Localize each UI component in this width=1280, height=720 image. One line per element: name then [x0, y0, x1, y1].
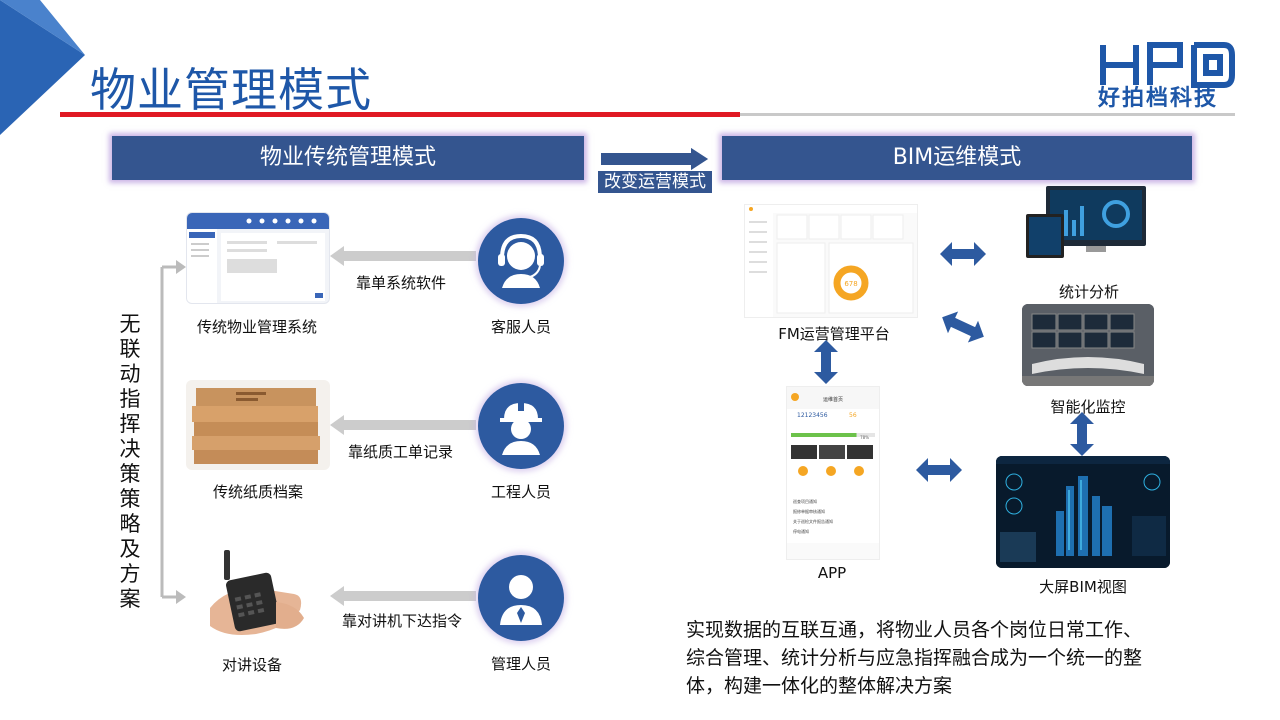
- vertical-char: 略: [119, 512, 141, 536]
- role-manager: 管理人员: [490, 655, 551, 673]
- vertical-char: 动: [119, 362, 141, 386]
- vertical-char: 决: [119, 437, 141, 461]
- double-arrow-icon: [942, 311, 984, 343]
- bigscreen-bim-image: [996, 456, 1170, 568]
- bim-mode-banner: BIM运维模式: [722, 136, 1192, 180]
- left-arrow-icon: [330, 586, 476, 606]
- method-label-software: 靠单系统软件: [356, 274, 447, 292]
- vertical-char: 策: [119, 487, 141, 511]
- tool-caption-software: 传统物业管理系统: [196, 318, 317, 336]
- bigscreen-caption: 大屏BIM视图: [1039, 578, 1127, 596]
- logo-text: 好拍档科技: [1098, 86, 1219, 111]
- svg-text:停电通知: 停电通知: [793, 528, 809, 534]
- description-line: 综合管理、统计分析与应急指挥融合成为一个统一的整: [686, 647, 1143, 669]
- svg-text:56: 56: [849, 412, 857, 419]
- title-underline-gray: [740, 113, 1235, 116]
- vertical-char: 无: [119, 312, 141, 336]
- vertical-char: 及: [119, 537, 141, 561]
- engineer-circle: [478, 383, 564, 469]
- hardhat-icon: [500, 401, 542, 455]
- headset-icon: [498, 233, 544, 288]
- bracket-arrows: [160, 260, 186, 604]
- vertical-char: 联: [119, 337, 141, 361]
- description-line: 体，构建一体化的整体解决方案: [686, 675, 953, 697]
- vertical-char: 策: [119, 462, 141, 486]
- method-label-walkie: 靠对讲机下达指令: [342, 612, 463, 630]
- manager-icon: [500, 575, 542, 625]
- vertical-char: 挥: [119, 412, 141, 436]
- double-arrow-icon: [916, 458, 962, 482]
- stats-devices-image: [1026, 186, 1152, 262]
- app-caption: APP: [817, 564, 847, 582]
- donut-value: 678: [844, 280, 857, 288]
- left-arrow-icon: [330, 415, 476, 435]
- description-line: 实现数据的互联互通，将物业人员各个岗位日常工作、: [686, 619, 1143, 641]
- double-arrow-icon: [814, 340, 838, 384]
- monitoring-room-image: [1022, 304, 1154, 386]
- role-customer-service: 客服人员: [490, 318, 551, 336]
- svg-text:报修单据审核通知: 报修单据审核通知: [793, 508, 825, 514]
- double-arrow-icon: [940, 242, 986, 266]
- paper-archive-image: [186, 380, 330, 470]
- svg-text:运维首页: 运维首页: [823, 396, 843, 403]
- manager-circle: [478, 555, 564, 641]
- vertical-char: 指: [119, 387, 141, 411]
- traditional-mode-banner: 物业传统管理模式: [112, 136, 584, 180]
- traditional-software-image: [186, 212, 330, 304]
- svg-text:12123456: 12123456: [797, 412, 828, 419]
- method-label-paper: 靠纸质工单记录: [348, 443, 454, 461]
- solution-description: 实现数据的互联互通，将物业人员各个岗位日常工作、 综合管理、统计分析与应急指挥融…: [686, 616, 1246, 700]
- transition-label: 改变运营模式: [598, 171, 712, 193]
- double-arrow-icon: [1070, 412, 1094, 456]
- customer-service-circle: [478, 218, 564, 304]
- page-title: 物业管理模式: [90, 63, 372, 117]
- stats-caption: 统计分析: [1058, 283, 1119, 301]
- svg-text:78%: 78%: [860, 435, 869, 440]
- svg-text:关于巡检文件报告通知: 关于巡检文件报告通知: [793, 518, 833, 524]
- vertical-char: 方: [119, 562, 141, 586]
- role-engineer: 工程人员: [490, 483, 551, 501]
- walkie-talkie-image: [196, 548, 308, 646]
- tool-caption-walkie: 对讲设备: [221, 656, 282, 674]
- title-underline-red: [60, 112, 740, 117]
- vertical-strategy-text: 无联动指挥决策策略及方案: [115, 312, 145, 612]
- tool-caption-archive: 传统纸质档案: [212, 483, 303, 501]
- app-screenshot: 运维首页 12123456 56 78% 巡查项目通知 报修单据审核通知 关于巡…: [786, 386, 880, 560]
- svg-text:巡查项目通知: 巡查项目通知: [793, 498, 817, 504]
- left-arrow-icon: [330, 246, 476, 266]
- vertical-char: 案: [119, 587, 141, 611]
- fm-platform-screenshot: 678: [744, 204, 918, 318]
